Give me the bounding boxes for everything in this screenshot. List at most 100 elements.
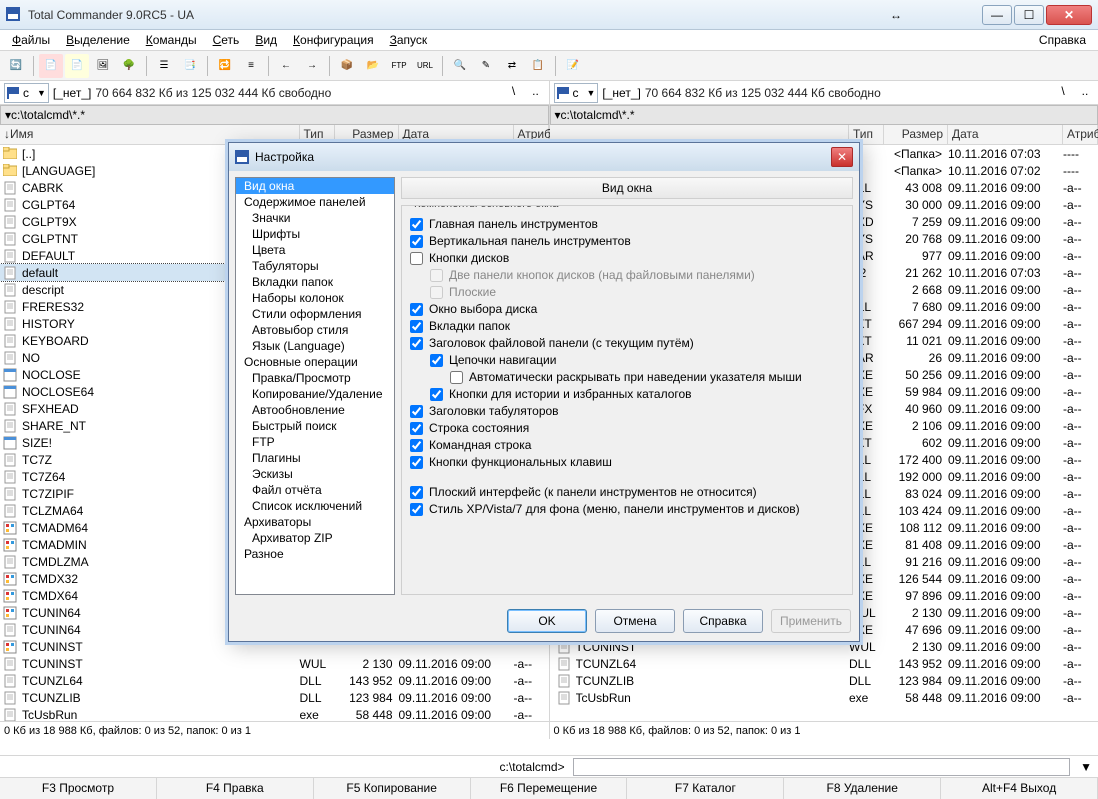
url-icon[interactable]: URL [413, 54, 437, 78]
checkbox-row[interactable]: Стиль XP/Vista/7 для фона (меню, панели … [410, 502, 844, 516]
toggle1-icon[interactable]: ☰ [152, 54, 176, 78]
cmd-dropdown-icon[interactable]: ▼ [1074, 760, 1098, 774]
checkbox-row[interactable]: Главная панель инструментов [410, 217, 844, 231]
menu-item-4[interactable]: Вид [247, 31, 285, 49]
checkbox[interactable] [410, 405, 423, 418]
checkbox[interactable] [410, 252, 423, 265]
settings-tree-item[interactable]: Файл отчёта [236, 482, 394, 498]
settings-tree-item[interactable]: Стили оформления [236, 306, 394, 322]
settings-tree-item[interactable]: Значки [236, 210, 394, 226]
root-button[interactable]: \ [1054, 84, 1072, 102]
settings-tree-item[interactable]: Цвета [236, 242, 394, 258]
checkbox-row[interactable]: Кнопки дисков [410, 251, 844, 265]
notepad-icon[interactable]: 📝 [561, 54, 585, 78]
settings-tree-item[interactable]: Основные операции [236, 354, 394, 370]
view1-icon[interactable]: 📄 [39, 54, 63, 78]
ok-button[interactable]: OK [507, 609, 587, 633]
right-path[interactable]: ▾ c:\totalcmd\*.* [550, 105, 1098, 125]
checkbox-row[interactable]: Плоский интерфейс (к панели инструментов… [410, 485, 844, 499]
rename-icon[interactable]: ✎ [474, 54, 498, 78]
root-button[interactable]: \ [505, 84, 523, 102]
dialog-close-button[interactable]: ✕ [831, 147, 853, 167]
menu-item-5[interactable]: Конфигурация [285, 31, 382, 49]
checkbox-row[interactable]: Вкладки папок [410, 319, 844, 333]
swap-icon[interactable]: 🔁 [213, 54, 237, 78]
left-path[interactable]: ▾ c:\totalcmd\*.* [0, 105, 549, 125]
settings-tree[interactable]: Вид окнаСодержимое панелейЗначкиШрифтыЦв… [235, 177, 395, 595]
file-row[interactable]: TCUNINSTWUL2 13009.11.2016 09:00-a-- [0, 655, 549, 672]
checkbox[interactable] [430, 354, 443, 367]
checkbox[interactable] [410, 235, 423, 248]
refresh-icon[interactable]: 🔄 [4, 54, 28, 78]
sync-icon[interactable]: ⇄ [500, 54, 524, 78]
checkbox[interactable] [410, 486, 423, 499]
search-icon[interactable]: 🔍 [448, 54, 472, 78]
fkey-5[interactable]: F8 Удаление [784, 778, 941, 799]
col-attr[interactable]: Атриб [1063, 125, 1098, 144]
fkey-1[interactable]: F4 Правка [157, 778, 314, 799]
up-button[interactable]: .. [527, 84, 545, 102]
settings-tree-item[interactable]: Вкладки папок [236, 274, 394, 290]
checkbox-row[interactable]: Заголовок файловой панели (с текущим пут… [410, 336, 844, 350]
fkey-6[interactable]: Alt+F4 Выход [941, 778, 1098, 799]
file-row[interactable]: TCUNZLIBDLL123 98409.11.2016 09:00-a-- [0, 689, 549, 706]
checkbox-row[interactable]: Цепочки навигации [430, 353, 844, 367]
col-date[interactable]: Дата [948, 125, 1063, 144]
apply-button[interactable]: Применить [771, 609, 851, 633]
back-icon[interactable]: ← [274, 54, 298, 78]
settings-tree-item[interactable]: Автовыбор стиля [236, 322, 394, 338]
menu-item-1[interactable]: Выделение [58, 31, 138, 49]
checkbox[interactable] [410, 218, 423, 231]
settings-tree-item[interactable]: Наборы колонок [236, 290, 394, 306]
menu-item-0[interactable]: Файлы [4, 31, 58, 49]
view3-icon[interactable]: 🖼 [91, 54, 115, 78]
checkbox[interactable] [410, 422, 423, 435]
settings-tree-item[interactable]: Автообновление [236, 402, 394, 418]
cancel-button[interactable]: Отмена [595, 609, 675, 633]
settings-tree-item[interactable]: Табуляторы [236, 258, 394, 274]
file-row[interactable]: TcUsbRunexe58 44809.11.2016 09:00-a-- [0, 706, 549, 721]
help-button[interactable]: Справка [683, 609, 763, 633]
drive-selector-right[interactable]: c▼ [554, 83, 599, 103]
col-size[interactable]: Размер [884, 125, 948, 144]
checkbox-row[interactable]: Кнопки функциональных клавиш [410, 455, 844, 469]
maximize-button[interactable]: ☐ [1014, 5, 1044, 25]
ftp-icon[interactable]: FTP [387, 54, 411, 78]
settings-tree-item[interactable]: Вид окна [236, 178, 394, 194]
drive-selector-left[interactable]: c▼ [4, 83, 49, 103]
settings-tree-item[interactable]: Копирование/Удаление [236, 386, 394, 402]
checkbox[interactable] [410, 503, 423, 516]
command-input[interactable] [573, 758, 1071, 776]
checkbox[interactable] [410, 303, 423, 316]
settings-tree-item[interactable]: Шрифты [236, 226, 394, 242]
file-row[interactable]: TcUsbRunexe58 44809.11.2016 09:00-a-- [550, 689, 1098, 706]
fkey-0[interactable]: F3 Просмотр [0, 778, 157, 799]
settings-tree-item[interactable]: Архиваторы [236, 514, 394, 530]
fkey-2[interactable]: F5 Копирование [314, 778, 471, 799]
checkbox-row[interactable]: Вертикальная панель инструментов [410, 234, 844, 248]
checkbox-row[interactable]: Окно выбора диска [410, 302, 844, 316]
settings-tree-item[interactable]: Список исключений [236, 498, 394, 514]
minimize-button[interactable]: — [982, 5, 1012, 25]
menu-item-2[interactable]: Команды [138, 31, 205, 49]
checkbox[interactable] [430, 388, 443, 401]
settings-tree-item[interactable]: Содержимое панелей [236, 194, 394, 210]
file-row[interactable]: TCUNZL64DLL143 95209.11.2016 09:00-a-- [0, 672, 549, 689]
settings-tree-item[interactable]: FTP [236, 434, 394, 450]
settings-tree-item[interactable]: Правка/Просмотр [236, 370, 394, 386]
unpack-icon[interactable]: 📂 [361, 54, 385, 78]
fkey-3[interactable]: F6 Перемещение [471, 778, 628, 799]
copy-names-icon[interactable]: 📋 [526, 54, 550, 78]
chevron-down-icon[interactable]: ↔ [890, 8, 902, 22]
tree-icon[interactable]: 🌳 [117, 54, 141, 78]
settings-tree-item[interactable]: Быстрый поиск [236, 418, 394, 434]
checkbox[interactable] [410, 439, 423, 452]
checkbox-row[interactable]: Автоматически раскрывать при наведении у… [450, 370, 844, 384]
settings-tree-item[interactable]: Архиватор ZIP [236, 530, 394, 546]
checkbox-row[interactable]: Командная строка [410, 438, 844, 452]
pack-icon[interactable]: 📦 [335, 54, 359, 78]
file-row[interactable]: TCUNZLIBDLL123 98409.11.2016 09:00-a-- [550, 672, 1098, 689]
toggle2-icon[interactable]: 📑 [178, 54, 202, 78]
checkbox[interactable] [450, 371, 463, 384]
forward-icon[interactable]: → [300, 54, 324, 78]
